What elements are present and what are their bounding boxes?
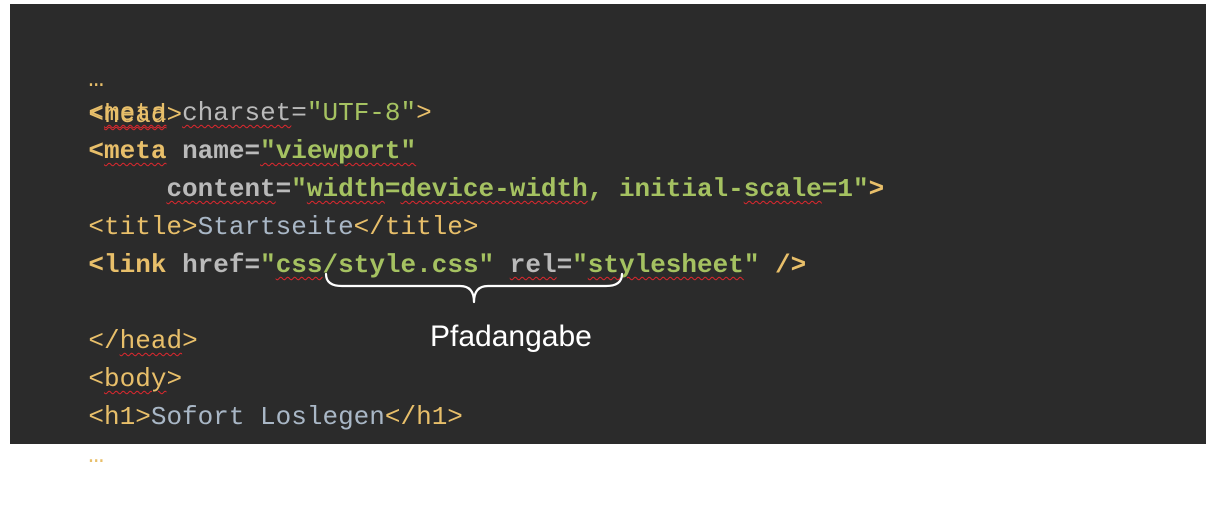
tag-name: meta — [104, 98, 167, 128]
tag-bracket: > — [182, 326, 198, 356]
title-line: <title>Startseite</title> — [26, 208, 479, 246]
attribute-value-part: = — [384, 174, 401, 204]
attribute-value-word: css — [275, 250, 323, 280]
tag-name: meta — [104, 136, 167, 166]
attribute-name: charset — [182, 98, 292, 128]
attribute-value-quote: " — [291, 174, 307, 204]
attribute-value: "UTF-8" — [306, 98, 417, 128]
equals-sign: = — [244, 136, 261, 166]
equals-sign: = — [291, 98, 307, 128]
attribute-value-part: =1" — [821, 174, 869, 204]
tag-bracket: < — [88, 136, 105, 166]
attribute-value: "viewport" — [260, 136, 417, 166]
tag-name: link — [104, 250, 167, 280]
attribute-value-part: , initial- — [587, 174, 744, 204]
tag-bracket: < — [88, 98, 105, 128]
attribute-value-word: width — [306, 174, 385, 204]
attribute-value-quote: " — [260, 250, 276, 280]
attribute-value-word: scale — [743, 174, 822, 204]
attribute-value-quote: " — [743, 250, 760, 280]
attribute-name: href — [182, 250, 245, 280]
meta-viewport-content-line: content="width=device-width, initial-sca… — [26, 170, 884, 208]
equals-sign: = — [244, 250, 261, 280]
tag-bracket: > — [868, 174, 885, 204]
tag-bracket: < — [88, 250, 105, 280]
meta-charset-line: <meta charset="UTF-8"> — [26, 94, 432, 132]
h1-line: <h1>Sofort Loslegen</h1> — [26, 360, 462, 432]
head-open-line: <head> — [26, 58, 182, 130]
meta-viewport-line: <meta name="viewport" — [26, 132, 416, 170]
title-open-tag: <title> — [88, 212, 198, 242]
h1-close-tag: </h1> — [384, 402, 463, 432]
attribute-name: content — [166, 174, 276, 204]
h1-text: Sofort Loslegen — [150, 402, 385, 432]
ellipsis-top: … — [26, 22, 104, 94]
ellipsis-text: … — [88, 440, 105, 470]
title-close-tag: </title> — [353, 212, 479, 242]
attribute-value-word: device-width — [400, 174, 588, 204]
tag-bracket: /> — [775, 250, 807, 280]
code-editor: … <head> <meta charset="UTF-8"> <meta na… — [10, 4, 1206, 470]
tag-bracket: > — [416, 98, 432, 128]
body-open-line: <body> — [26, 322, 182, 394]
head-close-line: </head> — [26, 284, 197, 356]
title-text: Startseite — [197, 212, 354, 242]
equals-sign: = — [275, 174, 292, 204]
ellipsis-bottom: … — [26, 398, 104, 470]
annotation-label: Pfadangabe — [430, 320, 592, 353]
curly-brace-annotation — [324, 272, 624, 304]
attribute-name: name — [182, 136, 245, 166]
